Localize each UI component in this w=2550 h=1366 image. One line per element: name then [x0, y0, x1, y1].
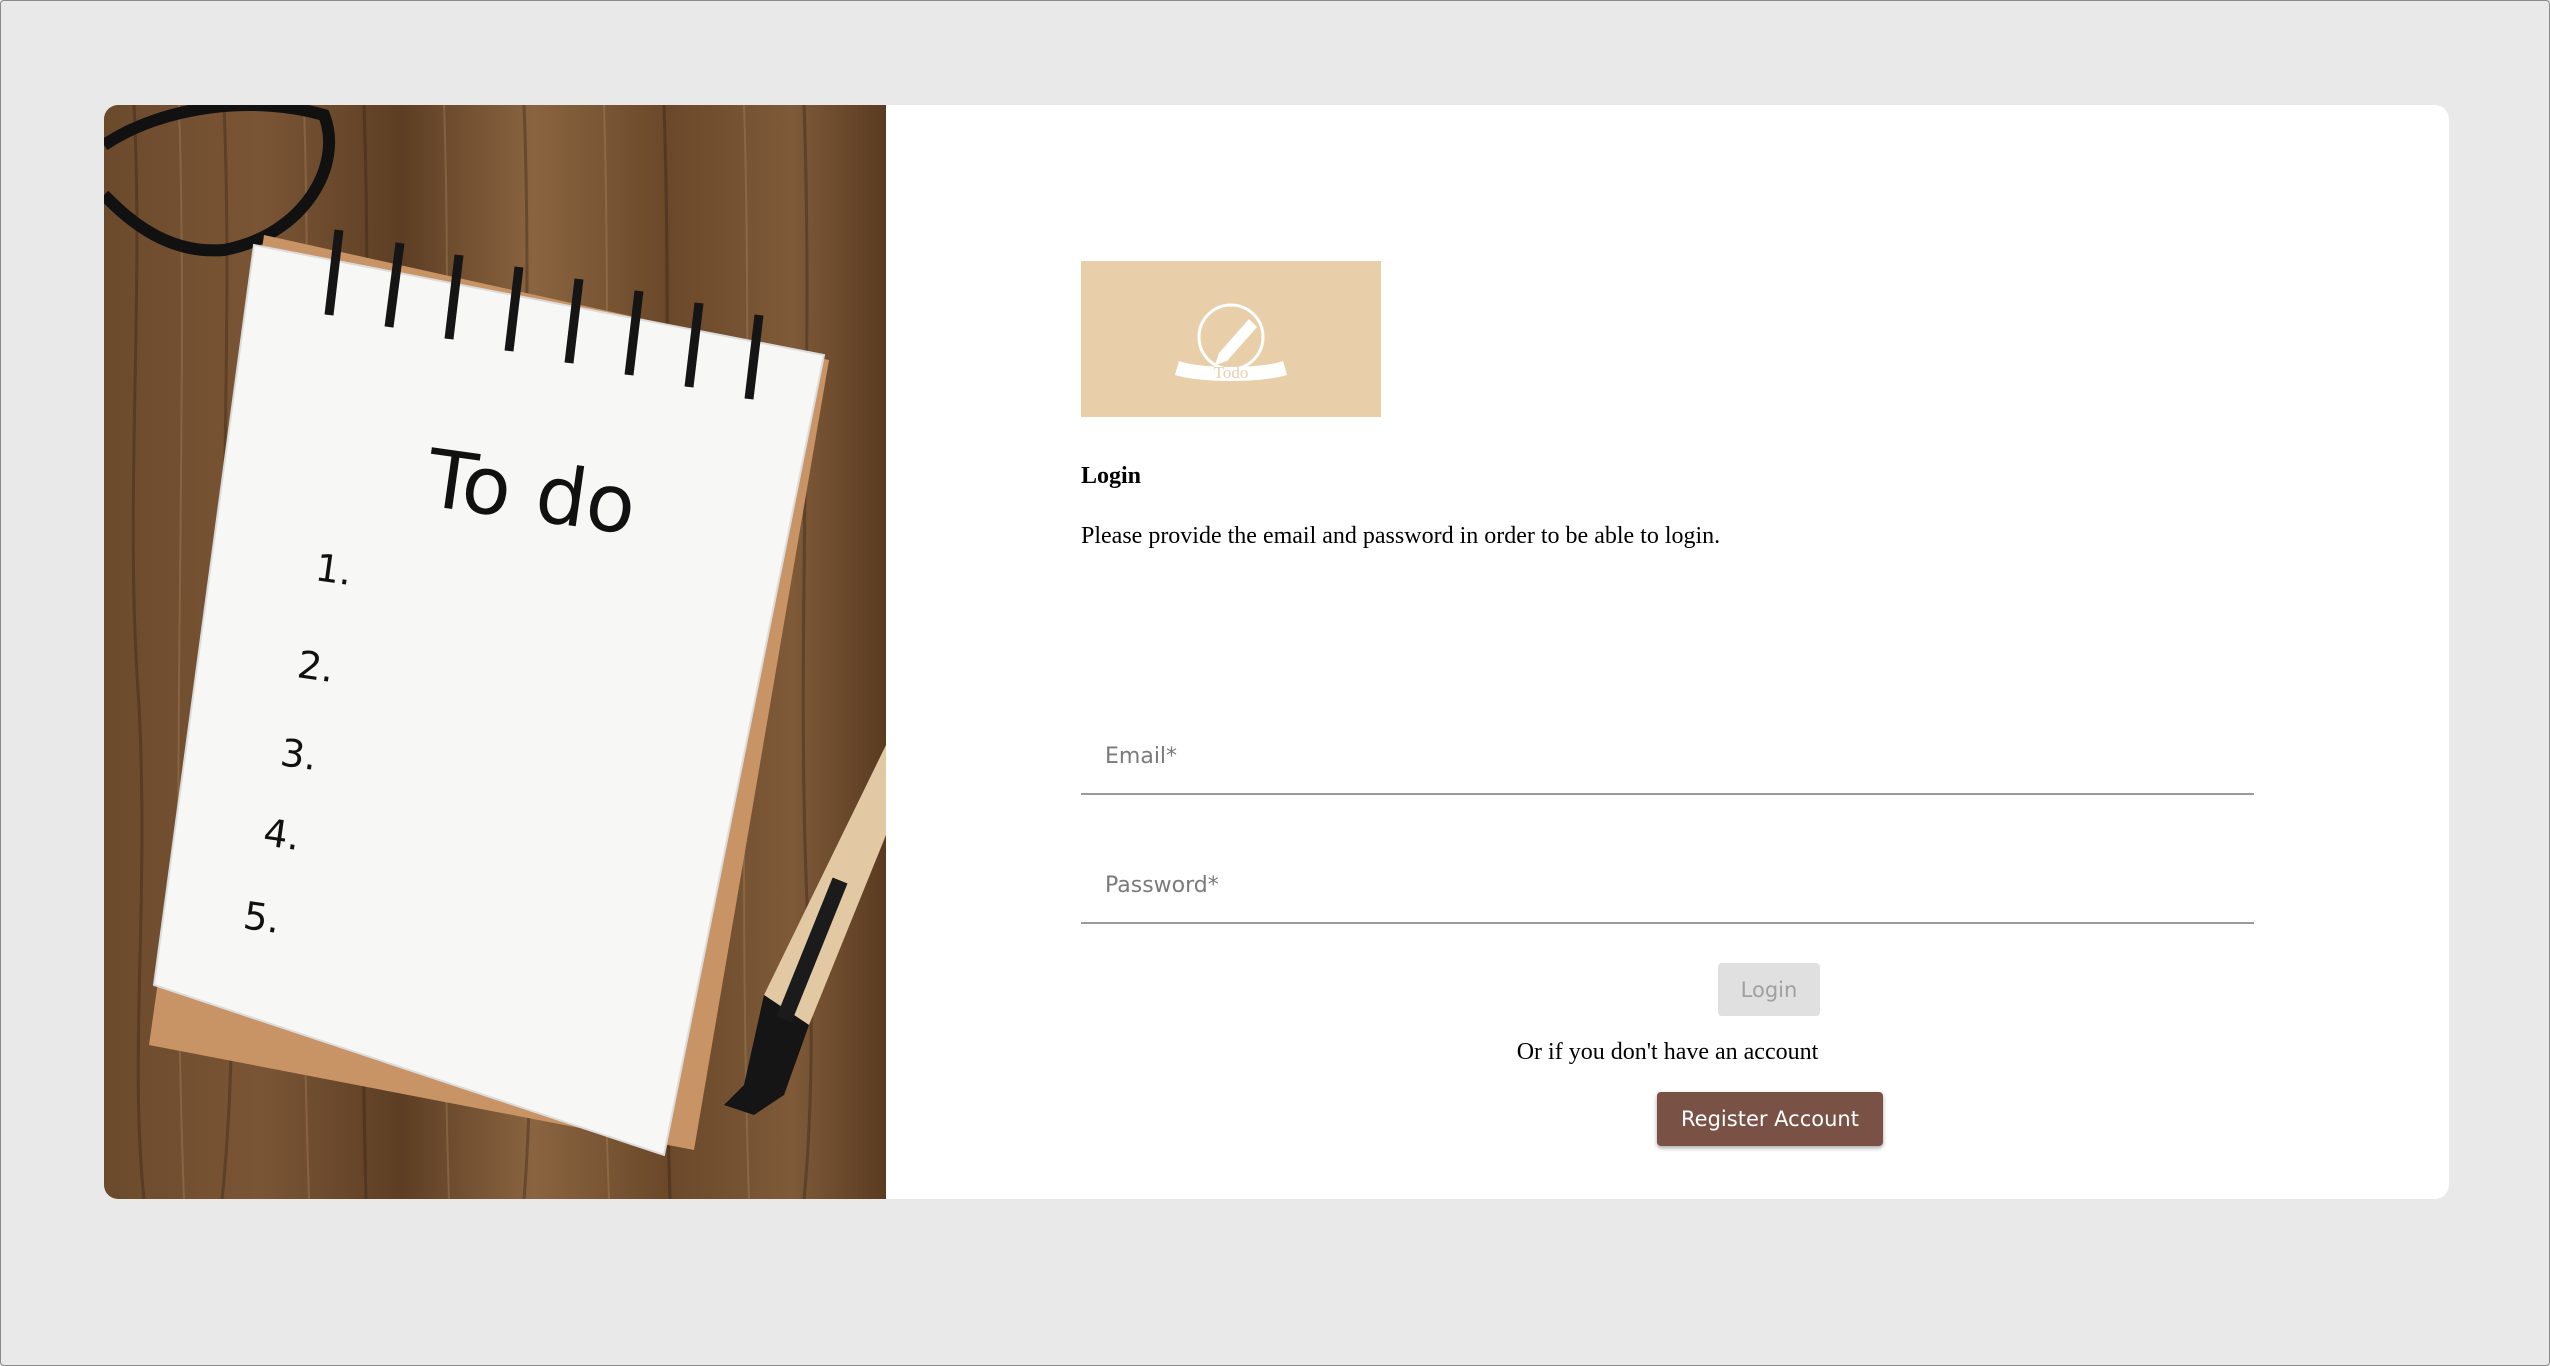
list-number: 3.: [278, 730, 320, 779]
password-field: [1081, 848, 2254, 924]
page-title: Login: [1081, 463, 1142, 489]
login-card: To do 1. 2. 3. 4. 5. Todo Login Please p…: [104, 105, 2449, 1199]
todo-notepad-illustration: To do 1. 2. 3. 4. 5.: [104, 105, 886, 1199]
todo-logo: Todo: [1081, 261, 1381, 417]
email-input[interactable]: [1081, 719, 2254, 793]
register-account-button[interactable]: Register Account: [1657, 1092, 1883, 1146]
list-number: 1.: [313, 545, 355, 594]
pencil-icon: Todo: [1175, 303, 1287, 382]
login-instructions: Please provide the email and password in…: [1081, 523, 1721, 549]
register-prompt-text: Or if you don't have an account: [1516, 1039, 1819, 1065]
page-viewport: To do 1. 2. 3. 4. 5. Todo Login Please p…: [0, 0, 2550, 1366]
list-number: 2.: [295, 642, 337, 691]
logo-label: Todo: [1214, 363, 1249, 382]
email-field: [1081, 719, 2254, 795]
login-button[interactable]: Login: [1718, 963, 1820, 1016]
list-number: 5.: [241, 893, 283, 942]
login-form: Todo Login Please provide the email and …: [1081, 105, 2254, 1199]
list-number: 4.: [261, 810, 303, 859]
notepad-illustration-graphic: To do 1. 2. 3. 4. 5.: [104, 105, 886, 1199]
password-input[interactable]: [1081, 848, 2254, 922]
